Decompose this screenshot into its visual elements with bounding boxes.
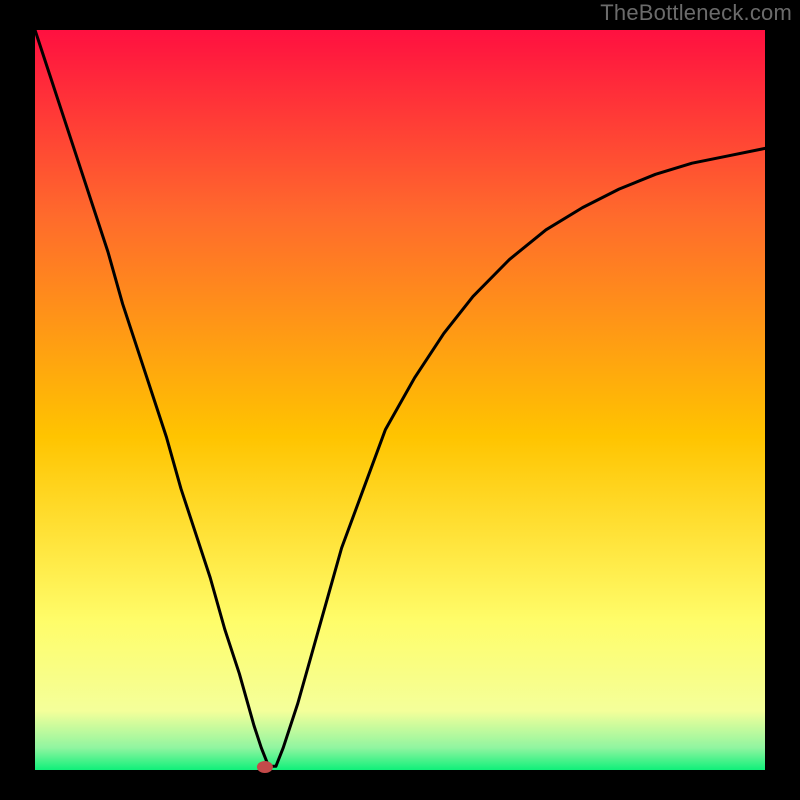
chart-frame: { "watermark": "TheBottleneck.com", "col… <box>0 0 800 800</box>
minimum-marker <box>257 761 273 773</box>
watermark-text: TheBottleneck.com <box>600 2 792 24</box>
plot-area <box>35 30 765 770</box>
bottleneck-chart <box>0 0 800 800</box>
